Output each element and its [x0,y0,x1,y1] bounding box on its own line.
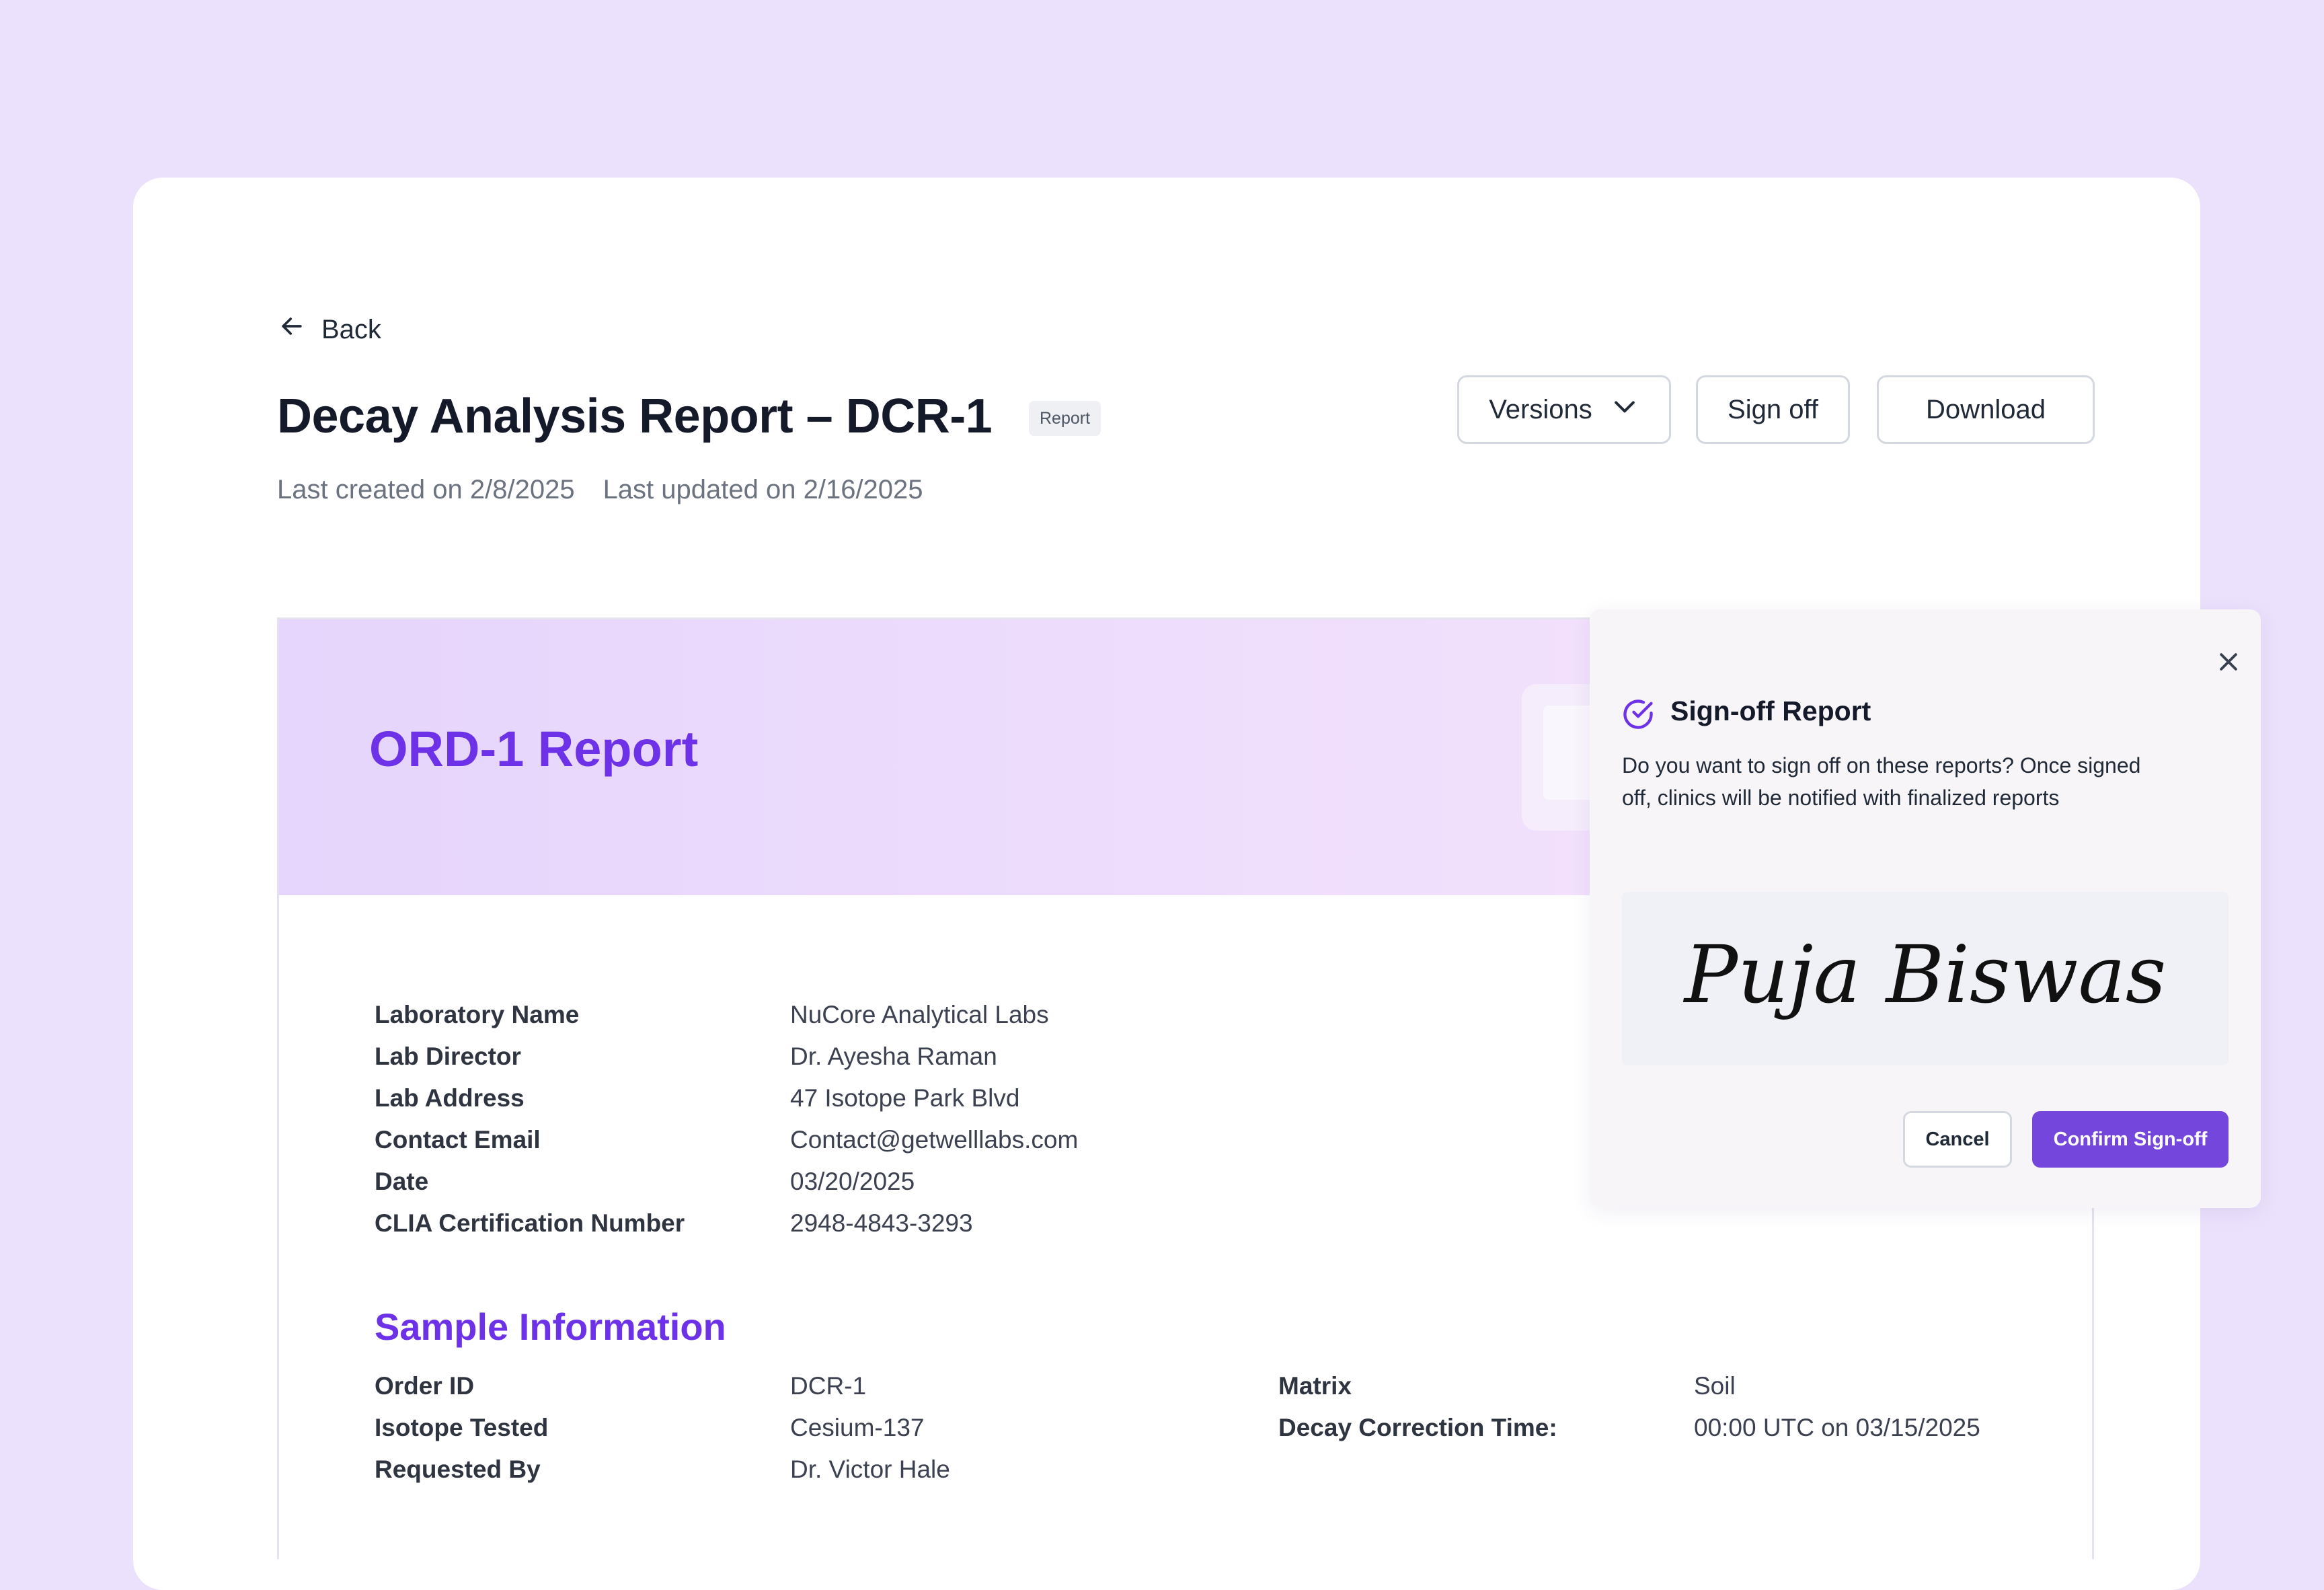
updated-date: Last updated on 2/16/2025 [603,475,923,504]
svg-text:Puja Biswas: Puja Biswas [1683,928,2167,1021]
lab-info-label: Lab Address [375,1084,525,1112]
lab-info-value: Contact@getwelllabs.com [790,1126,1079,1153]
sample-info-value: Dr. Victor Hale [790,1455,950,1483]
versions-label: Versions [1489,394,1592,424]
sample-info-label: Matrix [1278,1372,1352,1400]
report-banner-title: ORD-1 Report [369,721,699,777]
chevron-down-icon [1610,391,1639,428]
lab-info-label: Laboratory Name [375,1001,580,1028]
cancel-button[interactable]: Cancel [1903,1111,2012,1168]
dialog-title: Sign-off Report [1670,695,1871,726]
sample-info-value: Cesium-137 [790,1414,925,1441]
sample-info-label: Decay Correction Time: [1278,1414,1557,1441]
created-date: Last created on 2/8/2025 [277,475,575,504]
sign-off-button[interactable]: Sign off [1696,375,1850,444]
lab-info-value: NuCore Analytical Labs [790,1001,1049,1028]
lab-info-value: 2948-4843-3293 [790,1209,973,1237]
lab-info-label: Contact Email [375,1126,541,1153]
sample-info-value: 00:00 UTC on 03/15/2025 [1694,1414,1980,1441]
dialog-description: Do you want to sign off on these reports… [1622,753,2141,810]
sample-info-value: DCR-1 [790,1372,867,1400]
download-button[interactable]: Download [1877,375,2095,444]
signature: Puja Biswas [1683,928,2167,1021]
lab-info-label: Date [375,1168,429,1195]
back-label: Back [321,314,381,344]
sample-section-title: Sample Information [375,1305,726,1348]
sample-info-label: Isotope Tested [375,1414,549,1441]
confirm-sign-off-button[interactable]: Confirm Sign-off [2032,1111,2229,1168]
lab-info-value: Dr. Ayesha Raman [790,1043,997,1070]
lab-info-label: Lab Director [375,1043,521,1070]
versions-dropdown[interactable]: Versions [1457,375,1671,444]
download-label: Download [1926,394,2046,424]
sample-info-value: Soil [1694,1372,1736,1400]
back-link[interactable]: Back [277,311,381,348]
page-title: Decay Analysis Report – DCR-1 [277,389,993,443]
signature-pad[interactable]: Puja Biswas [1622,892,2229,1065]
sample-info-label: Requested By [375,1455,541,1483]
report-tag: Report [1029,401,1101,436]
close-icon[interactable] [2211,644,2246,679]
lab-info-value: 47 Isotope Park Blvd [790,1084,1020,1112]
check-circle-icon [1621,697,1656,732]
arrow-left-icon [277,311,307,348]
sample-info-label: Order ID [375,1372,475,1400]
lab-info-label: CLIA Certification Number [375,1209,685,1237]
page-meta: Last created on 2/8/2025 Last updated on… [277,475,923,505]
sign-off-label: Sign off [1728,394,1818,424]
sign-off-dialog: Sign-off Report Do you want to sign off … [1590,609,2261,1208]
lab-info-value: 03/20/2025 [790,1168,915,1195]
